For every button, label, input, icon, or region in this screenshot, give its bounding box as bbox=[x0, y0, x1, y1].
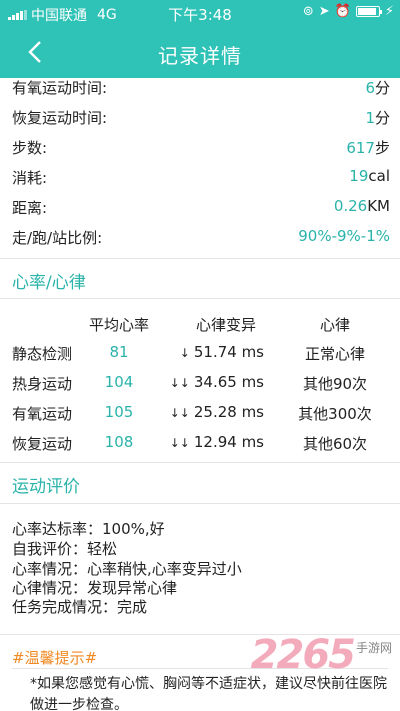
row-name: 有氧运动 bbox=[12, 405, 73, 423]
page-title: 记录详情 bbox=[158, 44, 242, 68]
evaluation-line: 任务完成情况：完成 bbox=[12, 598, 148, 616]
down-arrow-icon: ↓↓ bbox=[169, 376, 190, 390]
evaluation-line: 自我评价：轻松 bbox=[12, 540, 118, 558]
stat-label: 有氧运动时间: bbox=[12, 79, 108, 97]
stat-unit: 步 bbox=[374, 139, 390, 157]
stat-label: 恢复运动时间: bbox=[12, 109, 108, 127]
row-name: 热身运动 bbox=[12, 375, 73, 393]
stat-label: 走/跑/站比例: bbox=[12, 229, 103, 247]
stat-row: 距离: 0.26KM bbox=[12, 197, 390, 221]
table-row: 恢复运动 108 ↓↓ 12.94 ms 其他60次 bbox=[0, 433, 400, 461]
row-hrv: 25.28 ms bbox=[193, 403, 264, 421]
watermark-site: 手游网 bbox=[355, 641, 392, 655]
row-name: 静态检测 bbox=[12, 345, 73, 363]
heart-table-header: 平均心率 心律变异 心律 bbox=[0, 314, 400, 342]
down-arrow-icon: ↓↓ bbox=[169, 406, 190, 420]
stat-row: 消耗: 19cal bbox=[12, 167, 390, 191]
battery-icon bbox=[355, 6, 382, 17]
stat-value: 617 bbox=[346, 139, 375, 157]
evaluation-line: 心率情况：心率稍快,心率变异过小 bbox=[12, 560, 242, 578]
stat-value: 1 bbox=[365, 109, 375, 127]
row-rhythm: 其他90次 bbox=[302, 375, 368, 393]
evaluation-line: 心率达标率：100%,好 bbox=[12, 520, 165, 538]
location-icon: ➤ bbox=[318, 4, 330, 19]
nav-bar: 记录详情 bbox=[0, 26, 400, 78]
stat-value: 0.26 bbox=[333, 197, 368, 215]
stat-row: 有氧运动时间: 6分 bbox=[12, 78, 390, 101]
row-rhythm: 其他60次 bbox=[302, 435, 368, 453]
stat-label: 步数: bbox=[12, 139, 48, 157]
table-row: 有氧运动 105 ↓↓ 25.28 ms 其他300次 bbox=[0, 403, 400, 431]
down-arrow-icon: ↓↓ bbox=[169, 436, 190, 450]
stat-label: 距离: bbox=[12, 199, 48, 217]
tips-text: *如果您感觉有心慌、胸闷等不适症状，建议尽快前往医院做进一步检查。 bbox=[30, 676, 387, 711]
stat-row: 走/跑/站比例: 90%-9%-1% bbox=[12, 227, 390, 251]
record-content[interactable]: 有氧运动时间: 6分 恢复运动时间: 1分 步数: 617步 消耗: 19cal… bbox=[0, 78, 400, 711]
row-hrv: 51.74 ms bbox=[193, 343, 264, 361]
row-name: 恢复运动 bbox=[12, 435, 73, 453]
divider bbox=[0, 462, 400, 463]
col-hrv-header: 心律变异 bbox=[195, 316, 256, 334]
stat-value: 6 bbox=[365, 79, 375, 97]
alarm-icon: ⏰ bbox=[334, 4, 351, 19]
row-avg: 104 bbox=[104, 373, 134, 391]
stat-row: 步数: 617步 bbox=[12, 137, 390, 161]
table-row: 热身运动 104 ↓↓ 34.65 ms 其他90次 bbox=[0, 373, 400, 401]
down-arrow-icon: ↓ bbox=[179, 346, 190, 360]
rotation-lock-icon: ⊚ bbox=[302, 4, 314, 19]
stat-value: 19 bbox=[349, 167, 369, 185]
divider bbox=[0, 298, 400, 299]
tips-title: #温馨提示# bbox=[12, 649, 98, 667]
row-hrv: 12.94 ms bbox=[193, 433, 264, 451]
site-watermark: 2265 手游网 bbox=[251, 632, 392, 678]
row-hrv: 34.65 ms bbox=[193, 373, 264, 391]
stat-value: 90%-9%-1% bbox=[298, 227, 390, 245]
evaluation-line: 心律情况：发现异常心律 bbox=[12, 579, 178, 597]
col-avg-header: 平均心率 bbox=[88, 316, 149, 334]
watermark-logo: 2265 bbox=[250, 632, 356, 678]
col-rhythm-header: 心律 bbox=[319, 316, 350, 334]
stat-unit: KM bbox=[367, 197, 390, 215]
charging-icon: ⚡ bbox=[384, 4, 394, 19]
stat-unit: cal bbox=[368, 167, 390, 185]
divider bbox=[0, 258, 400, 259]
heart-section-title: 心率/心律 bbox=[12, 273, 86, 293]
status-bar: 中国联通 4G 下午3:48 ⊚ ➤ ⏰ ⚡ bbox=[0, 0, 400, 26]
stat-unit: 分 bbox=[374, 79, 390, 97]
stat-label: 消耗: bbox=[12, 169, 48, 187]
row-avg: 108 bbox=[104, 433, 134, 451]
row-rhythm: 其他300次 bbox=[298, 405, 372, 423]
stat-row: 恢复运动时间: 1分 bbox=[12, 107, 390, 131]
stat-unit: 分 bbox=[374, 109, 390, 127]
table-row: 静态检测 81 ↓ 51.74 ms 正常心律 bbox=[0, 343, 400, 371]
row-avg: 81 bbox=[109, 343, 129, 361]
evaluation-section-title: 运动评价 bbox=[12, 477, 80, 497]
divider bbox=[0, 503, 400, 504]
row-rhythm: 正常心律 bbox=[304, 345, 365, 363]
row-avg: 105 bbox=[104, 403, 134, 421]
